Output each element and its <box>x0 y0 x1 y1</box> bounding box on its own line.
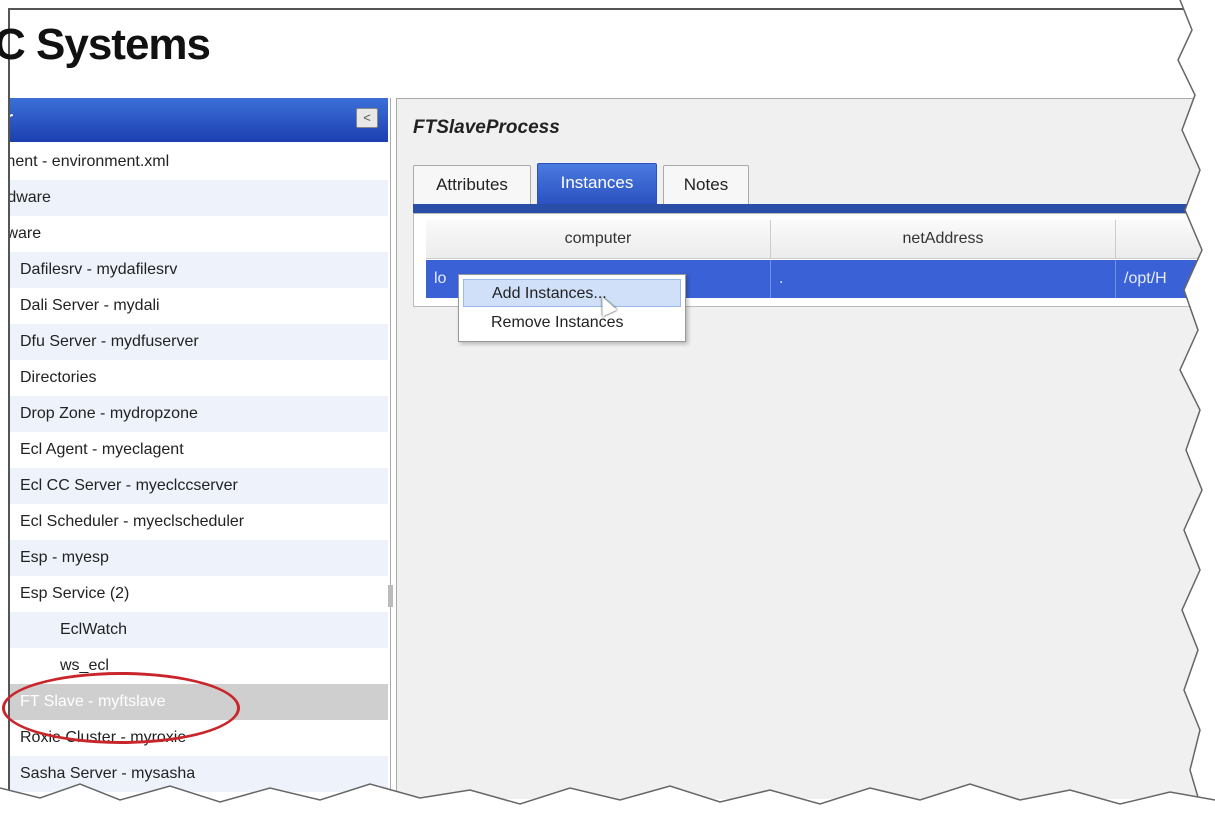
tree-item[interactable]: Drop Zone - mydropzone <box>10 396 388 432</box>
tree-item[interactable]: EclWatch <box>10 612 388 648</box>
tree-item[interactable]: Esp - myesp <box>10 540 388 576</box>
tree-item-label: Dfu Server - mydfuserver <box>20 333 199 350</box>
tab-attributes[interactable]: Attributes <box>413 165 531 204</box>
page-title: FTSlaveProcess <box>413 117 560 138</box>
tree-item[interactable]: Dali Server - mydali <box>10 288 388 324</box>
tree-item[interactable]: ws_ecl <box>10 648 388 684</box>
tree-item-label: Ecl Scheduler - myeclscheduler <box>20 513 245 530</box>
menu-item-add-instances[interactable]: Add Instances... <box>463 279 681 307</box>
menu-item-remove-instances[interactable]: Remove Instances <box>463 309 681 337</box>
tree-item[interactable]: Sasha Server - mysasha <box>10 756 388 792</box>
tree-item-label: EclWatch <box>60 621 127 638</box>
column-header-computer[interactable]: computer <box>426 220 771 258</box>
tree-item[interactable]: ment - environment.xml <box>10 144 388 180</box>
frame-border <box>8 8 1188 10</box>
tree-item-label: Esp Service (2) <box>20 585 130 602</box>
tree-item-label: Drop Zone - mydropzone <box>20 405 198 422</box>
tab-underline <box>413 204 1215 213</box>
tree-item-label: FT Slave - myftslave <box>20 693 166 710</box>
cell-directory: /opt/H <box>1124 270 1167 287</box>
column-header-directory[interactable] <box>1116 220 1215 258</box>
tree-item[interactable]: Esp Service (2) <box>10 576 388 612</box>
tree-item[interactable]: tware <box>10 216 388 252</box>
tree-item[interactable]: Ecl Agent - myeclagent <box>10 432 388 468</box>
screenshot-frame: C Systems r < ment - environment.xml rdwa… <box>0 0 1215 821</box>
tree-item-label: tware <box>10 225 42 242</box>
tree-item-label: Dali Server - mydali <box>20 297 160 314</box>
grid-header: computer netAddress <box>426 220 1215 259</box>
environment-tree: ment - environment.xml rdware tware Dafiles… <box>10 144 388 792</box>
column-header-netaddress[interactable]: netAddress <box>771 220 1116 258</box>
tree-item[interactable]: Ecl CC Server - myeclccserver <box>10 468 388 504</box>
app-brand: C Systems <box>0 20 400 80</box>
tree-item[interactable]: FT Slave - myftslave <box>10 684 388 720</box>
tree-item[interactable]: Dafilesrv - mydafilesrv <box>10 252 388 288</box>
tree-item-label: rdware <box>10 189 51 206</box>
tree-panel-title: r <box>10 108 13 129</box>
tree-item-label: Dafilesrv - mydafilesrv <box>20 261 178 278</box>
tree-item[interactable]: Directories <box>10 360 388 396</box>
tree-item[interactable]: Dfu Server - mydfuserver <box>10 324 388 360</box>
splitter-handle[interactable] <box>388 585 393 607</box>
tree-item-label: ment - environment.xml <box>10 153 170 170</box>
tree-item-label: Ecl Agent - myeclagent <box>20 441 184 458</box>
tree-item-label: Esp - myesp <box>20 549 109 566</box>
tree-item-label: Directories <box>20 369 97 386</box>
environment-tree-panel: r < ment - environment.xml rdware tware Daf… <box>10 98 391 798</box>
tree-item[interactable]: rdware <box>10 180 388 216</box>
tree-item-label: Ecl CC Server - myeclccserver <box>20 477 238 494</box>
tree-panel-header: r < <box>10 98 388 142</box>
cell-netaddress: . <box>771 260 1116 298</box>
collapse-panel-button[interactable]: < <box>356 108 378 128</box>
tree-item[interactable]: Ecl Scheduler - myeclscheduler <box>10 504 388 540</box>
tab-instances[interactable]: Instances <box>537 163 657 204</box>
tree-item-label: Roxie Cluster - myroxie <box>20 729 187 746</box>
tree-item-label: Sasha Server - mysasha <box>20 765 196 782</box>
details-panel: FTSlaveProcess Attributes Instances Note… <box>396 98 1215 799</box>
tree-item-label: ws_ecl <box>60 657 109 674</box>
tab-notes[interactable]: Notes <box>663 165 749 204</box>
tree-item[interactable]: Roxie Cluster - myroxie <box>10 720 388 756</box>
brand-text: C Systems <box>0 20 211 69</box>
context-menu: Add Instances... Remove Instances <box>458 274 686 342</box>
